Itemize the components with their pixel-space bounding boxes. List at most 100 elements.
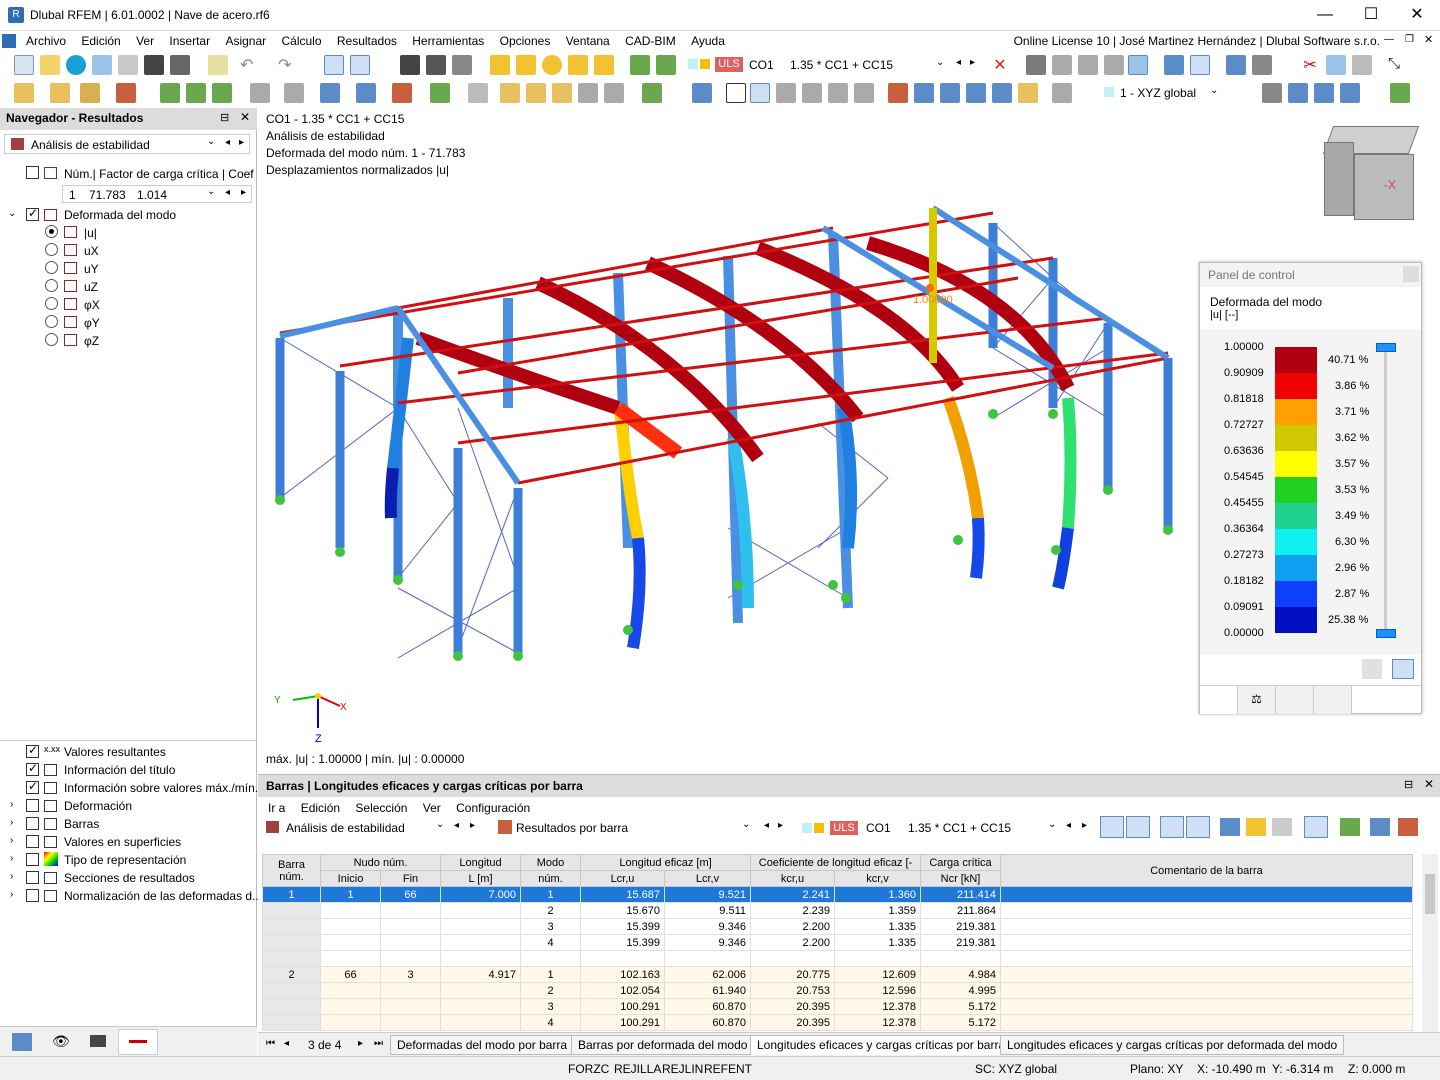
mdi-restore-icon[interactable]: ❐ [1405,34,1414,45]
circle-icon[interactable] [542,55,562,75]
eye-icon[interactable] [1160,816,1184,838]
panel-close-icon[interactable] [1403,266,1419,282]
load-case-icon[interactable] [630,55,650,75]
panel-tab-balance-icon[interactable]: ⚖ [1238,686,1276,714]
wave-icon[interactable] [750,83,770,103]
bars2-icon[interactable] [914,83,934,103]
menu-asignar[interactable]: Asignar [219,32,272,50]
prev-icon[interactable]: ◂ [1066,820,1071,831]
cell-comment[interactable] [1000,966,1413,983]
option-info-maxmin[interactable]: Información sobre valores máx./mín. [64,781,258,795]
option-checkbox[interactable] [26,743,39,758]
pin-icon[interactable]: ⊟ [1404,778,1413,791]
results-by-select[interactable]: Resultados por barra [516,821,736,835]
print-icon[interactable] [170,55,190,75]
mdi-minimize-icon[interactable]: — [1384,34,1394,45]
chevron-down-icon[interactable]: ⌄ [742,819,750,830]
menu-resultados[interactable]: Resultados [331,32,403,50]
option-deformacion[interactable]: Deformación [64,799,132,813]
node-icon[interactable] [490,55,510,75]
table-row[interactable]: 4 100.291 60.870 20.395 12.378 5.172 [262,1014,1413,1031]
table2-icon[interactable] [1246,818,1266,836]
node-tool-icon[interactable] [80,83,100,103]
cell-comment[interactable] [1000,918,1413,935]
prev-icon[interactable]: ◂ [454,820,459,831]
table-row[interactable]: 3 15.399 9.346 2.200 1.335 219.381 [262,918,1413,935]
select-in-table-icon[interactable] [1126,816,1150,838]
maximize-button[interactable]: ☐ [1348,0,1394,31]
report-icon[interactable] [208,55,228,75]
solid2-icon[interactable] [802,83,822,103]
legend-slider-top[interactable] [1376,343,1396,352]
section-icon[interactable] [320,83,340,103]
panel-tab-tools[interactable] [1314,686,1352,714]
surface2-icon[interactable] [776,83,796,103]
panel-tab-list[interactable] [1276,686,1314,714]
mdi-close-icon[interactable]: ✕ [1424,33,1433,46]
calculator-icon[interactable] [452,55,472,75]
prev-icon[interactable]: ◂ [225,187,230,198]
xxx-icon[interactable] [1190,55,1210,75]
panel-tab-legend[interactable] [1200,686,1238,714]
menu-edicion[interactable]: Edición [75,32,126,50]
minimize-button[interactable]: — [1302,0,1348,31]
line-icon[interactable] [516,55,536,75]
table-row[interactable]: 3 100.291 60.870 20.395 12.378 5.172 [262,998,1413,1015]
generate-icon[interactable] [642,83,662,103]
open-folder-icon[interactable] [40,55,60,75]
bars-icon[interactable] [888,83,908,103]
results-tab[interactable] [118,1029,158,1055]
dims-icon[interactable] [828,83,848,103]
radio-phiy[interactable] [45,315,58,328]
first-page-icon[interactable]: ⏮ [266,1038,275,1049]
chevron-down-icon[interactable]: ⌄ [936,57,944,68]
radio-uy[interactable] [45,261,58,274]
option-checkbox[interactable] [26,779,39,794]
cell-comment[interactable] [1000,934,1413,951]
tab-barras-por-deformada[interactable]: Barras por deformada del modo [571,1035,755,1055]
box-icon[interactable] [1352,55,1372,75]
script-icon[interactable] [426,55,446,75]
status-forzc[interactable]: FORZC [568,1062,609,1076]
option-checkbox[interactable] [26,853,39,866]
table3-icon[interactable] [1272,818,1292,836]
radio-phix[interactable] [45,297,58,310]
prev-icon[interactable]: ◂ [225,137,230,148]
next-icon[interactable]: ▸ [239,137,244,148]
cell-comment[interactable] [1000,982,1413,999]
prev-icon[interactable]: ◂ [956,57,961,68]
solid-icon[interactable] [468,83,488,103]
chevron-down-icon[interactable]: ⌄ [1048,819,1056,830]
menu-cad-bim[interactable]: CAD-BIM [619,32,682,50]
option-checkbox[interactable] [26,889,39,902]
table-row[interactable]: 2 102.054 61.940 20.753 12.596 4.995 [262,982,1413,999]
blocks-icon[interactable] [92,55,112,75]
xxx-icon[interactable] [1186,816,1210,838]
option-checkbox[interactable] [26,761,39,776]
menu-archivo[interactable]: Archivo [20,32,72,50]
rotate-icon[interactable] [604,83,624,103]
cell-comment[interactable] [1000,998,1413,1015]
option-valores-resultantes[interactable]: Valores resultantes [64,745,166,759]
support-icon[interactable] [160,83,180,103]
table-menu-configuracion[interactable]: Configuración [450,799,536,817]
cell-comment[interactable] [1000,902,1413,919]
expand-icon[interactable]: › [10,835,13,846]
next-icon[interactable]: ▸ [1082,820,1087,831]
next-icon[interactable]: ▸ [241,187,246,198]
select-icon[interactable] [14,83,34,103]
prev-page-icon[interactable]: ◂ [284,1038,289,1049]
grid-icon[interactable] [1262,83,1282,103]
bars3-icon[interactable] [940,83,960,103]
expand-icon[interactable]: › [10,799,13,810]
expand-icon[interactable]: › [10,889,13,900]
legend-slider-bottom[interactable] [1376,629,1396,638]
radio-ux[interactable] [45,243,58,256]
mesh-icon[interactable] [430,83,450,103]
status-rejilla[interactable]: REJILLA [614,1062,661,1076]
analysis-select[interactable]: Análisis de estabilidad ⌄ ◂ ▸ [4,134,250,154]
mode-select[interactable]: 1 71.783 1.014 ⌄ ◂ ▸ [62,185,252,203]
menu-insertar[interactable]: Insertar [163,32,216,50]
pencil-icon[interactable] [50,83,70,103]
next-icon[interactable]: ▸ [470,820,475,831]
